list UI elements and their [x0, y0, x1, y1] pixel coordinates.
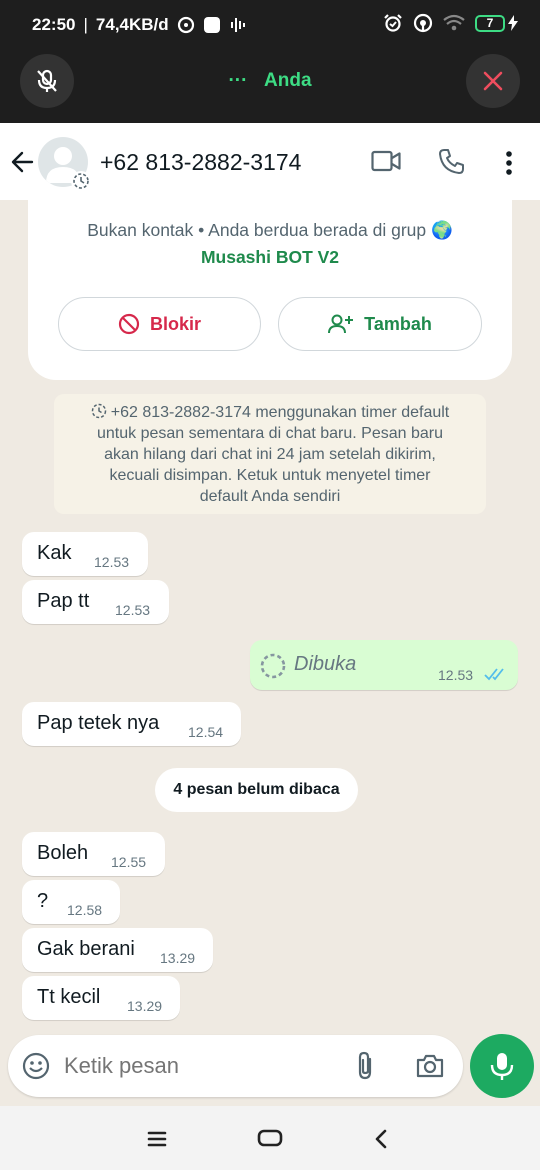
- emoji-icon[interactable]: [22, 1052, 50, 1080]
- message-text: Pap tt: [37, 590, 90, 612]
- back-icon[interactable]: [373, 1128, 389, 1150]
- alarm-icon: [384, 14, 402, 32]
- incoming-message[interactable]: Gak berani 13.29: [22, 928, 213, 972]
- not-contact-info: Bukan kontak • Anda berdua berada di gru…: [87, 220, 453, 240]
- status-time: 22:50: [32, 15, 76, 34]
- contact-info-card: Bukan kontak • Anda berdua berada di gru…: [28, 200, 512, 380]
- call-dots: ···: [228, 70, 248, 91]
- message-text: ?: [37, 890, 49, 912]
- message-time: 12.55: [111, 854, 147, 870]
- back-arrow-icon[interactable]: [10, 149, 36, 175]
- system-navigation-bar: [0, 1106, 540, 1170]
- incoming-message[interactable]: Pap tetek nya 12.54: [22, 702, 241, 746]
- note-line-3: akan hilang dari chat ini 24 jam setelah…: [104, 446, 436, 463]
- disappearing-timer-badge-icon: [71, 171, 91, 191]
- read-receipt-icon: [484, 668, 504, 681]
- call-name: Anda: [264, 70, 312, 91]
- message-text: Boleh: [37, 842, 89, 864]
- message-time: 13.29: [160, 950, 196, 966]
- app-notification-icon: [203, 17, 220, 33]
- block-icon: [118, 313, 140, 335]
- input-area-background: [0, 1097, 540, 1106]
- message-text: Pap tetek nya: [37, 712, 160, 734]
- attach-icon[interactable]: [356, 1051, 376, 1081]
- note-line-2: untuk pesan sementara di chat baru. Pesa…: [97, 425, 443, 442]
- close-icon: [483, 71, 503, 91]
- note-line-1: +62 813-2882-3174 menggunakan timer defa…: [110, 404, 450, 421]
- incoming-message[interactable]: Kak 12.53: [22, 532, 148, 576]
- contact-phone-title[interactable]: +62 813-2882-3174: [100, 149, 301, 176]
- timer-icon: [91, 403, 107, 419]
- message-input[interactable]: [64, 1051, 334, 1081]
- note-line-5: default Anda sendiri: [199, 488, 341, 505]
- message-input-bar: [8, 1035, 463, 1097]
- chat-area[interactable]: Bukan kontak • Anda berdua berada di gru…: [0, 200, 540, 1035]
- message-time: 12.54: [188, 724, 224, 740]
- incoming-message[interactable]: Boleh 12.55: [22, 832, 165, 876]
- more-options-icon[interactable]: [503, 150, 515, 176]
- incoming-message[interactable]: ? 12.58: [22, 880, 120, 924]
- hotspot-icon: [177, 16, 194, 34]
- add-contact-button[interactable]: Tambah: [278, 297, 482, 351]
- charging-icon: [508, 15, 518, 31]
- camera-icon[interactable]: [415, 1053, 445, 1079]
- incoming-message[interactable]: Tt kecil 13.29: [22, 976, 180, 1020]
- status-bar: 22:50 | 74,4KB/d 7: [0, 0, 540, 50]
- message-time: 13.29: [127, 998, 163, 1014]
- wifi-icon: [443, 14, 465, 31]
- ongoing-call-bar: ··· Anda: [0, 52, 540, 112]
- message-time: 12.58: [67, 902, 103, 918]
- home-icon[interactable]: [257, 1128, 283, 1148]
- message-time: 12.53: [94, 554, 130, 570]
- video-call-icon[interactable]: [371, 150, 401, 172]
- hotspot-status-icon: [413, 13, 433, 33]
- message-time: 12.53: [115, 602, 151, 618]
- voice-call-icon[interactable]: [438, 148, 465, 175]
- battery-level: 7: [475, 14, 505, 32]
- battery-indicator: 7: [475, 14, 518, 32]
- view-once-opened-icon: [260, 653, 286, 679]
- block-label: Blokir: [149, 313, 201, 334]
- chat-header: +62 813-2882-3174: [0, 123, 540, 200]
- message-time: 12.53: [438, 667, 474, 683]
- incoming-message[interactable]: Pap tt 12.53: [22, 580, 169, 624]
- outgoing-view-once-message[interactable]: Dibuka 12.53: [250, 640, 518, 690]
- call-banner[interactable]: ··· Anda: [0, 70, 540, 92]
- mic-icon: [490, 1053, 514, 1080]
- disappearing-messages-note[interactable]: +62 813-2882-3174 menggunakan timer defa…: [54, 394, 486, 514]
- message-text: Kak: [37, 542, 72, 564]
- block-button[interactable]: Blokir: [58, 297, 261, 351]
- recent-apps-icon[interactable]: [147, 1130, 167, 1148]
- message-text: Tt kecil: [37, 986, 101, 1008]
- note-line-4: kecuali disimpan. Ketuk untuk menyetel t…: [109, 467, 431, 484]
- add-label: Tambah: [364, 313, 432, 334]
- add-person-icon: [328, 314, 354, 334]
- unread-messages-divider: 4 pesan belum dibaca: [155, 768, 358, 812]
- group-name-link[interactable]: Musashi BOT V2: [28, 247, 512, 268]
- end-call-button[interactable]: [466, 54, 520, 108]
- network-speed: 74,4KB/d: [95, 15, 169, 34]
- view-once-status: Dibuka: [294, 653, 357, 675]
- voice-message-button[interactable]: [470, 1034, 534, 1098]
- audio-wave-icon: [230, 18, 245, 32]
- message-text: Gak berani: [37, 938, 135, 960]
